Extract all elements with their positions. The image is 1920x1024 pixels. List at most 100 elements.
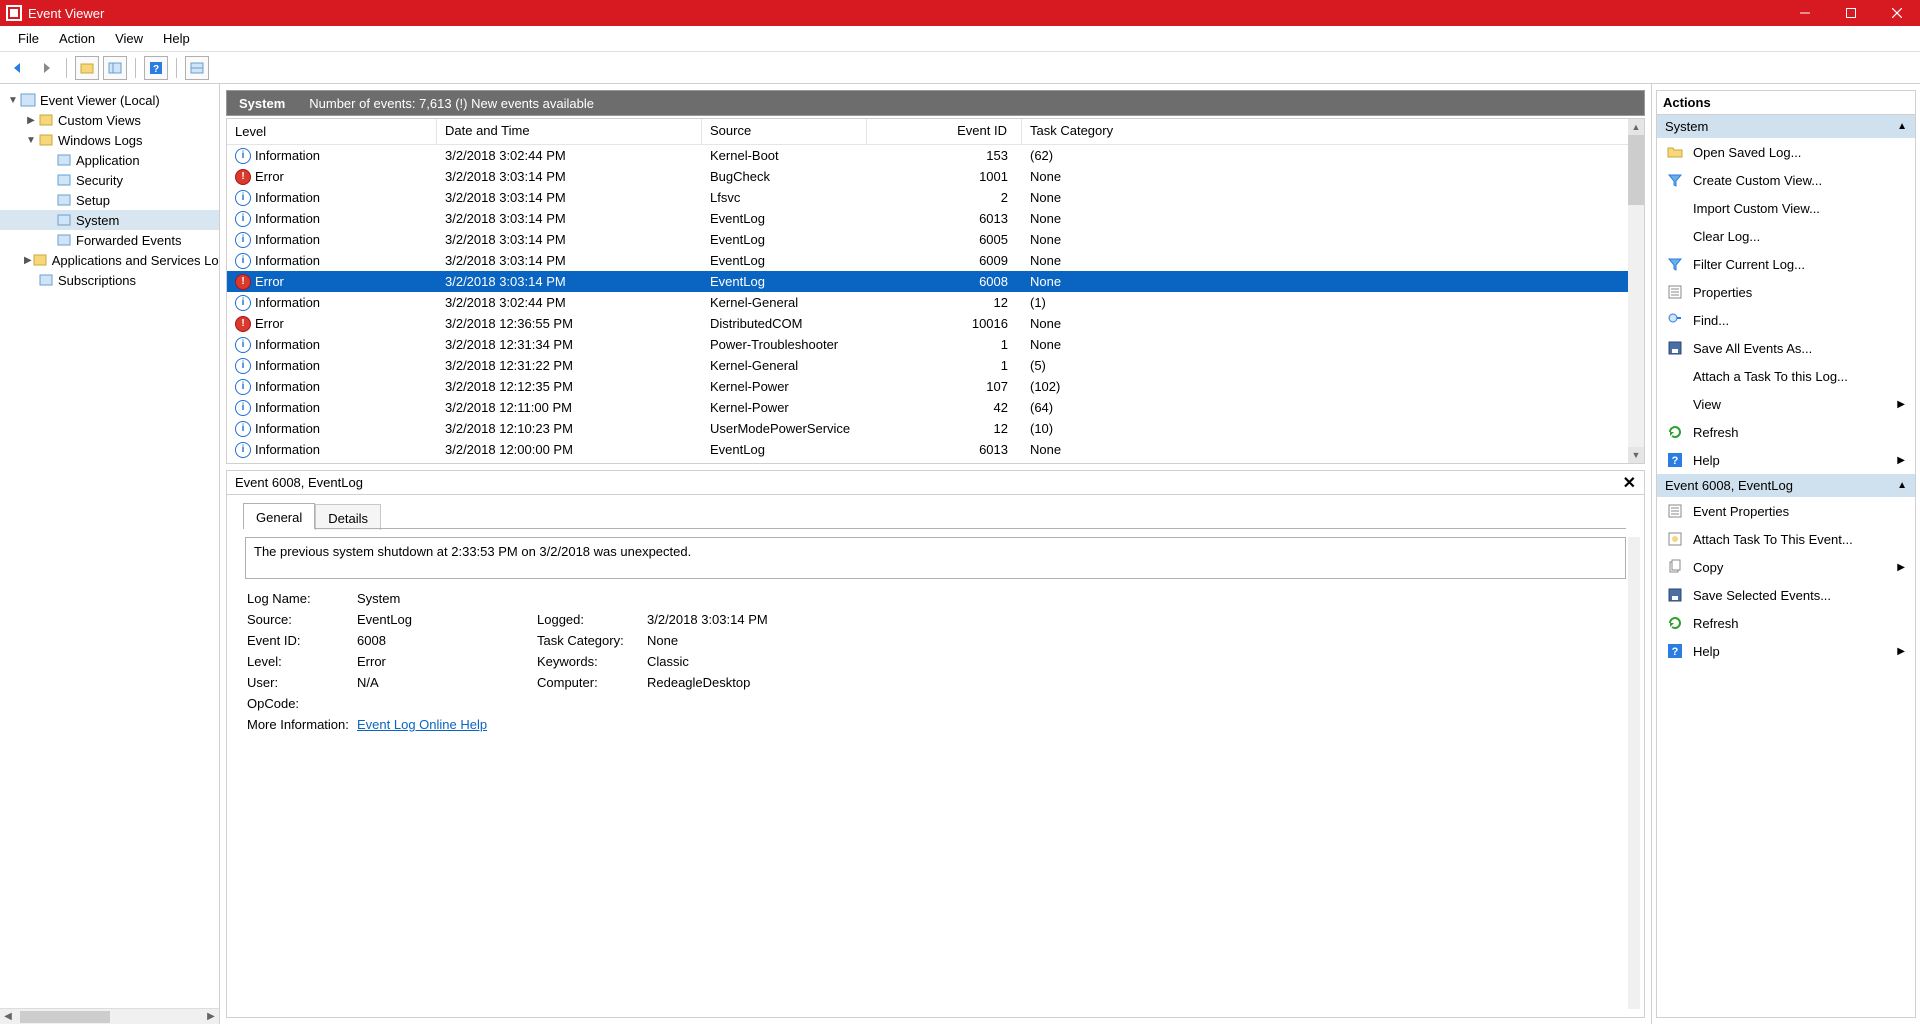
table-row[interactable]: iInformation3/2/2018 12:10:23 PMUserMode…: [227, 418, 1644, 439]
link-event-online-help[interactable]: Event Log Online Help: [357, 717, 487, 732]
back-button[interactable]: [6, 56, 30, 80]
action-open-saved-log[interactable]: Open Saved Log...: [1657, 138, 1915, 166]
cell-eventid: 1001: [867, 169, 1022, 184]
tree-root[interactable]: ▼ Event Viewer (Local): [0, 90, 219, 110]
tree-item-forwarded-events[interactable]: Forwarded Events: [0, 230, 219, 250]
cell-eventid: 12: [867, 295, 1022, 310]
cell-source: BugCheck: [702, 169, 867, 184]
table-row[interactable]: iInformation3/2/2018 3:03:14 PMEventLog6…: [227, 229, 1644, 250]
tree-item-label: Security: [76, 173, 123, 188]
info-icon: i: [235, 295, 251, 311]
action-refresh[interactable]: Refresh: [1657, 609, 1915, 637]
cell-date: 3/2/2018 3:03:14 PM: [437, 190, 702, 205]
table-row[interactable]: iInformation3/2/2018 12:11:00 PMKernel-P…: [227, 397, 1644, 418]
label-logged: Logged:: [537, 612, 647, 627]
svg-text:?: ?: [1672, 646, 1679, 658]
action-help[interactable]: ?Help▶: [1657, 637, 1915, 665]
tree-item-custom-views[interactable]: ▶Custom Views: [0, 110, 219, 130]
action-refresh[interactable]: Refresh: [1657, 418, 1915, 446]
detail-close-button[interactable]: ✕: [1623, 473, 1636, 493]
action-save-all-events-as[interactable]: Save All Events As...: [1657, 334, 1915, 362]
action-filter-current-log[interactable]: Filter Current Log...: [1657, 250, 1915, 278]
action-label: View: [1693, 397, 1721, 412]
tree-item-subscriptions[interactable]: Subscriptions: [0, 270, 219, 290]
cell-source: EventLog: [702, 211, 867, 226]
table-row[interactable]: iInformation3/2/2018 12:12:35 PMKernel-P…: [227, 376, 1644, 397]
table-row[interactable]: iInformation3/2/2018 12:00:00 PMEventLog…: [227, 439, 1644, 460]
info-icon: i: [235, 253, 251, 269]
minimize-button[interactable]: [1782, 0, 1828, 26]
window-title: Event Viewer: [28, 6, 1782, 21]
table-row[interactable]: iInformation3/2/2018 12:31:22 PMKernel-G…: [227, 355, 1644, 376]
col-level[interactable]: Level: [227, 119, 437, 144]
tree-item-applications-and-services-logs[interactable]: ▶Applications and Services Logs: [0, 250, 219, 270]
table-row[interactable]: iInformation3/2/2018 12:31:34 PMPower-Tr…: [227, 334, 1644, 355]
info-icon: i: [235, 232, 251, 248]
cell-date: 3/2/2018 12:10:23 PM: [437, 421, 702, 436]
table-row[interactable]: iInformation3/2/2018 3:02:44 PMKernel-Ge…: [227, 292, 1644, 313]
tree-item-system[interactable]: System: [0, 210, 219, 230]
action-event-properties[interactable]: Event Properties: [1657, 497, 1915, 525]
actions-pane: Actions System ▲ Open Saved Log...Create…: [1652, 84, 1920, 1024]
list-header-title: System: [239, 96, 285, 111]
tab-general[interactable]: General: [243, 503, 315, 529]
cell-date: 3/2/2018 12:11:00 PM: [437, 400, 702, 415]
menu-help[interactable]: Help: [153, 31, 200, 46]
forward-button[interactable]: [34, 56, 58, 80]
col-date[interactable]: Date and Time: [437, 119, 702, 144]
actions-section-system[interactable]: System ▲: [1657, 115, 1915, 138]
action-properties[interactable]: Properties: [1657, 278, 1915, 306]
table-row[interactable]: iInformation3/2/2018 3:02:44 PMKernel-Bo…: [227, 145, 1644, 166]
menu-file[interactable]: File: [8, 31, 49, 46]
toolbar-pane-button[interactable]: [103, 56, 127, 80]
cell-date: 3/2/2018 3:02:44 PM: [437, 295, 702, 310]
cell-level: Information: [255, 253, 320, 268]
col-category[interactable]: Task Category: [1022, 119, 1644, 144]
tree-item-windows-logs[interactable]: ▼Windows Logs: [0, 130, 219, 150]
cell-category: None: [1022, 442, 1644, 457]
action-clear-log[interactable]: Clear Log...: [1657, 222, 1915, 250]
action-copy[interactable]: Copy▶: [1657, 553, 1915, 581]
detail-vertical-scrollbar[interactable]: [1628, 537, 1640, 1009]
action-help[interactable]: ?Help▶: [1657, 446, 1915, 474]
action-save-selected-events[interactable]: Save Selected Events...: [1657, 581, 1915, 609]
tab-details[interactable]: Details: [315, 504, 381, 530]
table-row[interactable]: !Error3/2/2018 3:03:14 PMBugCheck1001Non…: [227, 166, 1644, 187]
action-import-custom-view[interactable]: Import Custom View...: [1657, 194, 1915, 222]
blank-icon: [1667, 200, 1683, 216]
action-attach-task-to-this-event[interactable]: Attach Task To This Event...: [1657, 525, 1915, 553]
grid-vertical-scrollbar[interactable]: ▲▼: [1628, 119, 1644, 463]
col-eventid[interactable]: Event ID: [867, 119, 1022, 144]
show-hide-tree-button[interactable]: [75, 56, 99, 80]
value-keywords: Classic: [647, 654, 867, 669]
help-button[interactable]: ?: [144, 56, 168, 80]
table-row[interactable]: iInformation3/2/2018 3:03:14 PMLfsvc2Non…: [227, 187, 1644, 208]
maximize-button[interactable]: [1828, 0, 1874, 26]
col-source[interactable]: Source: [702, 119, 867, 144]
action-attach-a-task-to-this-log[interactable]: Attach a Task To this Log...: [1657, 362, 1915, 390]
table-row[interactable]: !Error3/2/2018 12:36:55 PMDistributedCOM…: [227, 313, 1644, 334]
props-icon: [1667, 284, 1683, 300]
table-row[interactable]: iInformation3/2/2018 3:03:14 PMEventLog6…: [227, 250, 1644, 271]
svg-text:?: ?: [1672, 455, 1679, 467]
info-icon: i: [235, 400, 251, 416]
table-row[interactable]: !Error3/2/2018 3:03:14 PMEventLog6008Non…: [227, 271, 1644, 292]
action-create-custom-view[interactable]: Create Custom View...: [1657, 166, 1915, 194]
menu-action[interactable]: Action: [49, 31, 105, 46]
action-find[interactable]: Find...: [1657, 306, 1915, 334]
action-label: Create Custom View...: [1693, 173, 1822, 188]
chevron-right-icon: ▶: [1897, 455, 1905, 466]
log-icon: [56, 172, 72, 188]
menu-view[interactable]: View: [105, 31, 153, 46]
cell-level: Error: [255, 169, 284, 184]
tree-item-application[interactable]: Application: [0, 150, 219, 170]
table-row[interactable]: iInformation3/2/2018 3:03:14 PMEventLog6…: [227, 208, 1644, 229]
close-button[interactable]: [1874, 0, 1920, 26]
tree-item-setup[interactable]: Setup: [0, 190, 219, 210]
action-view[interactable]: View▶: [1657, 390, 1915, 418]
tree-item-security[interactable]: Security: [0, 170, 219, 190]
tree-horizontal-scrollbar[interactable]: ◀▶: [0, 1008, 219, 1024]
actions-section-event[interactable]: Event 6008, EventLog ▲: [1657, 474, 1915, 497]
toolbar-view-button[interactable]: [185, 56, 209, 80]
cell-level: Information: [255, 295, 320, 310]
